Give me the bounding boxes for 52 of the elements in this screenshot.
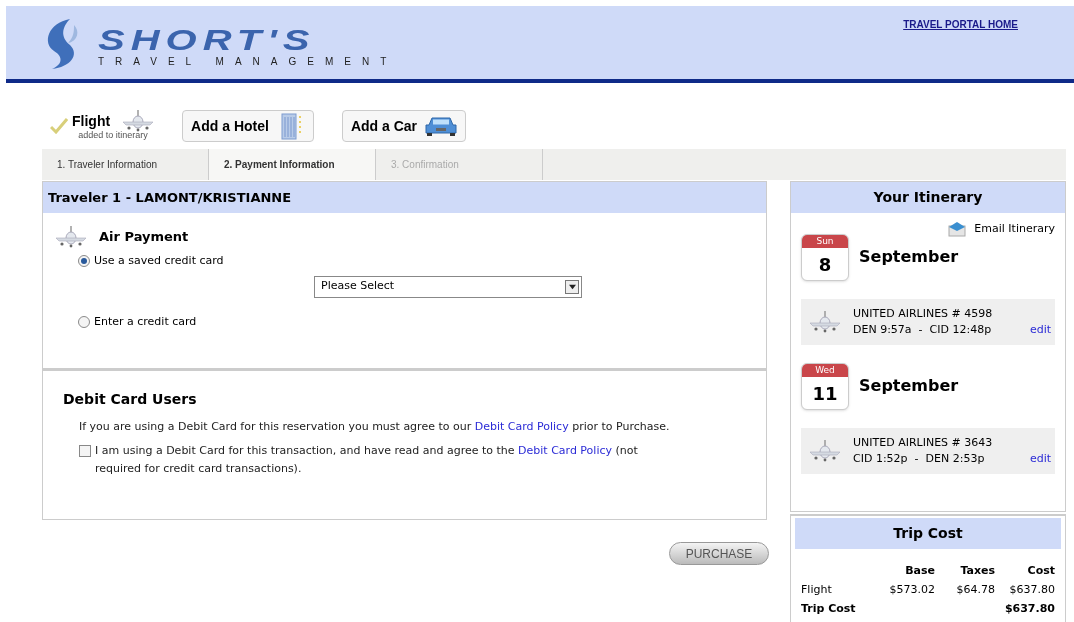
traveler-title: Traveler 1 - LAMONT/KRISTIANNE bbox=[43, 182, 766, 213]
airplane-icon bbox=[809, 309, 841, 334]
cost-cell-text: $573.02 bbox=[888, 582, 935, 598]
notice-text: I am using a Debit Card for this transaction, and have read and agree to the Debit Card Policy (not required for credit card transactions). bbox=[95, 443, 639, 477]
column-header: Base bbox=[904, 563, 935, 579]
option-label: Use a saved credit card bbox=[94, 253, 224, 269]
airplane-icon bbox=[809, 438, 841, 463]
radio-button[interactable] bbox=[78, 255, 90, 268]
policy-link[interactable]: Debit Card Policy bbox=[518, 444, 612, 457]
edit-link[interactable]: edit bbox=[1029, 322, 1051, 339]
debit-title: Debit Card Users bbox=[63, 390, 198, 409]
email-itinerary-link[interactable]: Email Itinerary bbox=[974, 221, 1055, 238]
envelope-icon bbox=[948, 221, 967, 238]
day-number: 11 bbox=[812, 381, 838, 406]
weekday-label: Wed bbox=[802, 363, 848, 377]
option-label: Enter a credit card bbox=[94, 313, 197, 330]
add-product-button[interactable]: Add a Hotel bbox=[182, 110, 314, 142]
month-label: September bbox=[859, 375, 959, 397]
row-label: Flight bbox=[801, 582, 833, 598]
row-label: Trip Cost bbox=[801, 601, 857, 617]
flight-number: UNITED AIRLINES # 4598 bbox=[853, 305, 993, 322]
progress-step: 2. Payment Information bbox=[209, 149, 376, 180]
column-header: Cost bbox=[1026, 563, 1055, 579]
flight-route: DEN 9:57a - CID 12:48p bbox=[853, 321, 993, 338]
notice-text: If you are using a Debit Card for this reservation you must agree to our Debit Card Policy prior to Purchase. bbox=[79, 419, 671, 435]
flight-number: UNITED AIRLINES # 3643 bbox=[853, 434, 993, 451]
trip-cost-title: Trip Cost bbox=[795, 518, 1061, 549]
logo-tagline: TRAVEL MANAGEMENT bbox=[98, 55, 398, 69]
product-label: Flight bbox=[72, 111, 111, 131]
cost-cell-text: $637.80 bbox=[1003, 601, 1055, 617]
logo-text: SHORT'S bbox=[98, 25, 317, 54]
progress-step: 3. Confirmation bbox=[376, 149, 543, 180]
cost-cell-text: $64.78 bbox=[955, 582, 995, 598]
airplane-icon bbox=[55, 225, 87, 249]
day-number: 8 bbox=[818, 252, 832, 277]
card-select[interactable]: Please Select bbox=[314, 275, 582, 298]
itinerary-title: Your Itinerary bbox=[791, 182, 1065, 213]
home-link[interactable]: TRAVEL PORTAL HOME bbox=[903, 17, 1018, 32]
weekday-label: Sun bbox=[802, 234, 848, 248]
section-title: Air Payment bbox=[99, 228, 189, 247]
added-note: added to itinerary bbox=[78, 129, 148, 143]
flight-route: CID 1:52p - DEN 2:53p bbox=[853, 450, 986, 467]
policy-link[interactable]: Debit Card Policy bbox=[474, 420, 569, 433]
column-header: Taxes bbox=[959, 563, 995, 579]
cost-cell-text: $637.80 bbox=[1008, 582, 1055, 598]
add-product-button[interactable]: Add a Car bbox=[341, 110, 466, 142]
radio-button[interactable] bbox=[78, 315, 90, 328]
month-label: September bbox=[859, 246, 959, 268]
purchase-button[interactable]: PURCHASE bbox=[669, 542, 769, 565]
edit-link[interactable]: edit bbox=[1029, 451, 1051, 468]
car-icon bbox=[425, 114, 457, 138]
agree-checkbox[interactable] bbox=[79, 445, 91, 457]
